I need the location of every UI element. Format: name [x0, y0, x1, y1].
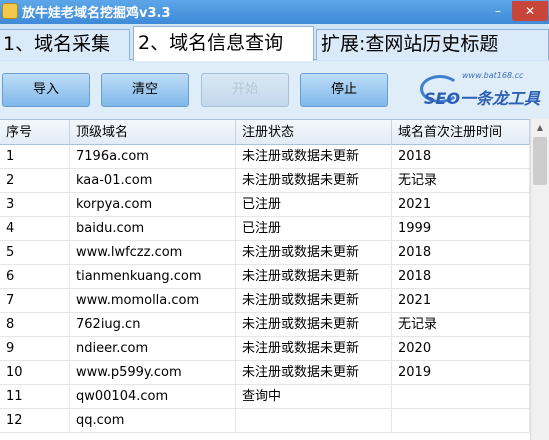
- table-row[interactable]: 4 baidu.com 已注册 1999: [0, 217, 530, 241]
- cell-first-registered: 无记录: [392, 313, 530, 337]
- vertical-scrollbar[interactable]: ▲: [530, 119, 549, 440]
- table-row[interactable]: 10 www.p599y.com 未注册或数据未更新 2019: [0, 361, 530, 385]
- window-title: 放牛娃老域名挖掘鸡v3.3: [22, 6, 171, 21]
- tab-domain-collect[interactable]: 1、域名采集: [0, 29, 130, 60]
- table-row[interactable]: 6 tianmenkuang.com 未注册或数据未更新 2018: [0, 265, 530, 289]
- start-button[interactable]: 开始: [201, 73, 289, 107]
- cell-status: 已注册: [236, 193, 392, 217]
- logo-url: www.bat168.cc: [462, 71, 524, 80]
- tab-domain-info-query[interactable]: 2、域名信息查询: [133, 26, 314, 61]
- cell-status: 已注册: [236, 217, 392, 241]
- cell-index: 10: [0, 361, 70, 385]
- column-header-index[interactable]: 序号: [0, 120, 70, 145]
- cell-domain: tianmenkuang.com: [70, 265, 236, 289]
- cell-index: 3: [0, 193, 70, 217]
- table-body: 1 7196a.com 未注册或数据未更新 2018 2 kaa-01.com 未注册或数据…: [0, 145, 530, 433]
- cell-index: 5: [0, 241, 70, 265]
- cell-domain: www.p599y.com: [70, 361, 236, 385]
- cell-index: 1: [0, 145, 70, 169]
- scroll-up-icon[interactable]: ▲: [531, 119, 549, 136]
- cell-first-registered: 2018: [392, 265, 530, 289]
- cell-index: 4: [0, 217, 70, 241]
- table-row[interactable]: 7 www.momolla.com 未注册或数据未更新 2021: [0, 289, 530, 313]
- table-row[interactable]: 11 qw00104.com 查询中: [0, 385, 530, 409]
- cell-first-registered: 2018: [392, 241, 530, 265]
- cell-domain: baidu.com: [70, 217, 236, 241]
- cell-domain: www.momolla.com: [70, 289, 236, 313]
- tab-bar: 1、域名采集 2、域名信息查询 扩展:查网站历史标题: [0, 24, 549, 61]
- cell-status: 未注册或数据未更新: [236, 313, 392, 337]
- seo-logo: www.bat168.cc SEO一条龙工具: [414, 67, 544, 113]
- cell-index: 12: [0, 409, 70, 433]
- minimize-button[interactable]: –: [486, 1, 510, 21]
- stop-button[interactable]: 停止: [300, 73, 388, 107]
- app-icon: [2, 3, 18, 19]
- import-button[interactable]: 导入: [2, 73, 90, 107]
- cell-domain: www.lwfczz.com: [70, 241, 236, 265]
- cell-domain: korpya.com: [70, 193, 236, 217]
- domain-table: 序号 顶级域名 注册状态 域名首次注册时间 1 7196a.com 未注册或数据未更…: [0, 119, 549, 440]
- toolbar: 导入 清空 开始 停止 www.bat168.cc SEO一条龙工具: [0, 61, 549, 119]
- cell-first-registered: [392, 385, 530, 409]
- clear-button[interactable]: 清空: [101, 73, 189, 107]
- cell-status: 未注册或数据未更新: [236, 145, 392, 169]
- table-header: 序号 顶级域名 注册状态 域名首次注册时间: [0, 119, 549, 145]
- scroll-thumb[interactable]: [533, 137, 547, 185]
- cell-status: 未注册或数据未更新: [236, 169, 392, 193]
- cell-status: 未注册或数据未更新: [236, 265, 392, 289]
- cell-status: 查询中: [236, 385, 392, 409]
- table-row[interactable]: 1 7196a.com 未注册或数据未更新 2018: [0, 145, 530, 169]
- cell-index: 6: [0, 265, 70, 289]
- cell-index: 11: [0, 385, 70, 409]
- table-row[interactable]: 3 korpya.com 已注册 2021: [0, 193, 530, 217]
- cell-domain: 762iug.cn: [70, 313, 236, 337]
- column-header-domain[interactable]: 顶级域名: [70, 120, 236, 145]
- column-header-first-registered[interactable]: 域名首次注册时间: [392, 120, 530, 145]
- cell-domain: qw00104.com: [70, 385, 236, 409]
- cell-domain: qq.com: [70, 409, 236, 433]
- close-button[interactable]: ✕: [512, 1, 548, 21]
- table-row[interactable]: 8 762iug.cn 未注册或数据未更新 无记录: [0, 313, 530, 337]
- table-row[interactable]: 12 qq.com: [0, 409, 530, 433]
- cell-status: 未注册或数据未更新: [236, 289, 392, 313]
- cell-first-registered: 2021: [392, 193, 530, 217]
- cell-index: 2: [0, 169, 70, 193]
- cell-domain: 7196a.com: [70, 145, 236, 169]
- tab-site-history-title[interactable]: 扩展:查网站历史标题: [316, 29, 549, 60]
- cell-first-registered: 2019: [392, 361, 530, 385]
- cell-first-registered: 2018: [392, 145, 530, 169]
- cell-status: 未注册或数据未更新: [236, 241, 392, 265]
- cell-status: 未注册或数据未更新: [236, 337, 392, 361]
- cell-status: 未注册或数据未更新: [236, 361, 392, 385]
- cell-first-registered: 无记录: [392, 169, 530, 193]
- cell-index: 9: [0, 337, 70, 361]
- logo-text: SEO一条龙工具: [424, 89, 541, 108]
- cell-domain: kaa-01.com: [70, 169, 236, 193]
- cell-first-registered: 2021: [392, 289, 530, 313]
- cell-domain: ndieer.com: [70, 337, 236, 361]
- table-row[interactable]: 5 www.lwfczz.com 未注册或数据未更新 2018: [0, 241, 530, 265]
- cell-first-registered: 2020: [392, 337, 530, 361]
- cell-first-registered: [392, 409, 530, 433]
- cell-index: 7: [0, 289, 70, 313]
- title-bar: 放牛娃老域名挖掘鸡v3.3 – ✕: [0, 0, 549, 24]
- column-header-status[interactable]: 注册状态: [236, 120, 392, 145]
- cell-index: 8: [0, 313, 70, 337]
- cell-first-registered: 1999: [392, 217, 530, 241]
- cell-status: [236, 409, 392, 433]
- table-row[interactable]: 9 ndieer.com 未注册或数据未更新 2020: [0, 337, 530, 361]
- table-row[interactable]: 2 kaa-01.com 未注册或数据未更新 无记录: [0, 169, 530, 193]
